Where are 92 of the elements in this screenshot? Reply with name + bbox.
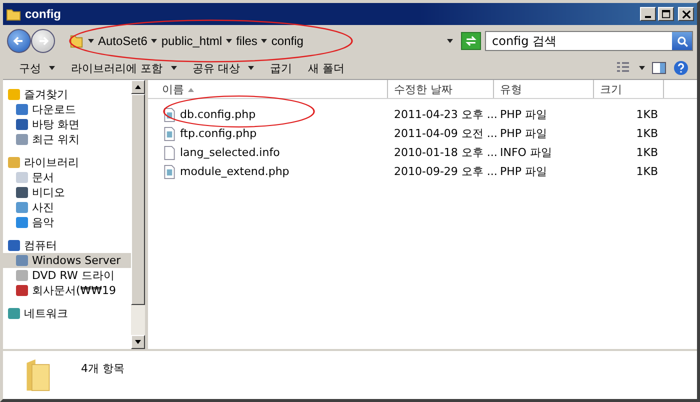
column-header[interactable]: 유형 — [494, 80, 594, 98]
size-cell-text: 1KB — [635, 108, 659, 121]
close-icon — [682, 10, 690, 18]
toolbar-button[interactable]: 라이브러리에 포함 — [63, 60, 184, 76]
date-cell-text: 2010-01-18 오후 ... — [393, 145, 494, 160]
nav-icon — [8, 89, 20, 100]
caret-icon[interactable] — [226, 39, 232, 43]
toolbar-button[interactable]: 새 폴더 — [300, 60, 352, 76]
nav-item[interactable]: 음악 — [3, 215, 131, 230]
folder-icon — [6, 6, 21, 22]
nav-item[interactable]: 문서 — [3, 170, 131, 185]
toolbar-button[interactable]: 굽기 — [262, 60, 300, 76]
nav-item[interactable]: 컴퓨터 — [3, 238, 131, 253]
file-name[interactable]: lang_selected.info — [180, 146, 280, 159]
sort-arrow-icon — [188, 88, 194, 92]
caret-icon — [49, 66, 55, 70]
caret-icon — [248, 66, 254, 70]
column-header[interactable]: 이름 — [148, 80, 388, 98]
search-button[interactable] — [672, 32, 692, 50]
nav-icon — [16, 270, 28, 281]
up-arrow-icon — [135, 85, 141, 89]
scroll-up-button[interactable] — [131, 80, 145, 94]
caret-icon — [170, 66, 176, 70]
file-name[interactable]: db.config.php — [180, 108, 256, 121]
nav-item[interactable]: 네트워크 — [3, 306, 131, 321]
window-title: config — [25, 7, 61, 21]
file-name[interactable]: module_extend.php — [180, 165, 290, 178]
breadcrumb[interactable]: config — [271, 34, 304, 48]
date-cell-text: 2011-04-09 오전 ... — [393, 126, 494, 141]
nav-icon — [8, 308, 20, 319]
item-count: 4개 항목 — [81, 361, 124, 376]
search-box[interactable]: config 검색 — [485, 31, 693, 51]
minimize-button[interactable] — [640, 7, 656, 21]
column-header[interactable]: 수정한 날짜 — [388, 80, 494, 98]
maximize-icon — [662, 10, 670, 18]
breadcrumb[interactable]: public_html — [161, 34, 222, 48]
date-cell-text: 2011-04-23 오후 ... — [393, 107, 494, 122]
nav-icon — [8, 240, 20, 251]
nav-icon — [16, 255, 28, 266]
scroll-down-button[interactable] — [131, 335, 145, 349]
nav-item[interactable]: 회사문서(₩₩19 — [3, 283, 131, 298]
caret-icon[interactable] — [151, 39, 158, 43]
breadcrumb[interactable]: files — [236, 34, 258, 48]
address-bar[interactable]: AutoSet6 public_html files config — [65, 31, 457, 51]
forward-button[interactable] — [31, 29, 55, 53]
down-arrow-icon — [135, 340, 141, 344]
file-icon — [164, 146, 175, 160]
nav-item[interactable]: 다운로드 — [3, 102, 131, 117]
breadcrumb[interactable]: AutoSet6 — [98, 34, 148, 48]
nav-item[interactable]: 최근 위치 — [3, 132, 131, 147]
nav-icon — [8, 157, 20, 168]
php-file-icon — [164, 126, 175, 140]
nav-item[interactable]: DVD RW 드라이 — [3, 268, 131, 283]
nav-icon — [16, 285, 28, 296]
preview-pane-icon[interactable] — [651, 60, 667, 76]
nav-icon — [16, 217, 28, 228]
refresh-button[interactable] — [461, 32, 481, 50]
nav-item[interactable]: Windows Server — [3, 253, 131, 268]
nav-item[interactable]: 사진 — [3, 200, 131, 215]
nav-icon — [16, 119, 28, 130]
close-button[interactable] — [678, 7, 694, 21]
nav-icon — [16, 187, 28, 198]
date-cell-text: 2010-09-29 오후 ... — [393, 164, 494, 179]
file-name[interactable]: ftp.config.php — [180, 127, 257, 140]
caret-icon[interactable] — [261, 39, 268, 43]
nav-icon — [16, 134, 28, 145]
toolbar-button[interactable]: 공유 대상 — [184, 60, 262, 76]
caret-icon[interactable] — [88, 39, 94, 43]
size-cell-text: 1KB — [635, 146, 659, 159]
scrollbar[interactable] — [131, 80, 145, 349]
toolbar-button[interactable]: 구성 — [11, 60, 63, 76]
back-button[interactable] — [7, 29, 31, 53]
nav-item[interactable]: 바탕 화면 — [3, 117, 131, 132]
nav-icon — [16, 202, 28, 213]
nav-icon — [16, 104, 28, 115]
nav-item[interactable]: 즐겨찾기 — [3, 87, 131, 102]
refresh-arrows-icon — [464, 34, 478, 48]
minimize-icon — [645, 16, 651, 18]
php-file-icon — [164, 164, 175, 178]
column-header[interactable]: 크기 — [594, 80, 664, 98]
maximize-button[interactable] — [658, 7, 674, 21]
nav-item[interactable]: 비디오 — [3, 185, 131, 200]
nav-item[interactable]: 라이브러리 — [3, 155, 131, 170]
scroll-thumb[interactable] — [131, 94, 145, 305]
size-cell-text: 1KB — [635, 127, 659, 140]
nav-icon — [16, 172, 28, 183]
help-icon[interactable] — [673, 60, 689, 76]
size-cell-text: 1KB — [635, 165, 659, 178]
caret-icon[interactable] — [639, 66, 645, 70]
search-icon — [676, 34, 688, 48]
folder-icon — [25, 357, 51, 393]
caret-icon[interactable] — [447, 39, 453, 43]
